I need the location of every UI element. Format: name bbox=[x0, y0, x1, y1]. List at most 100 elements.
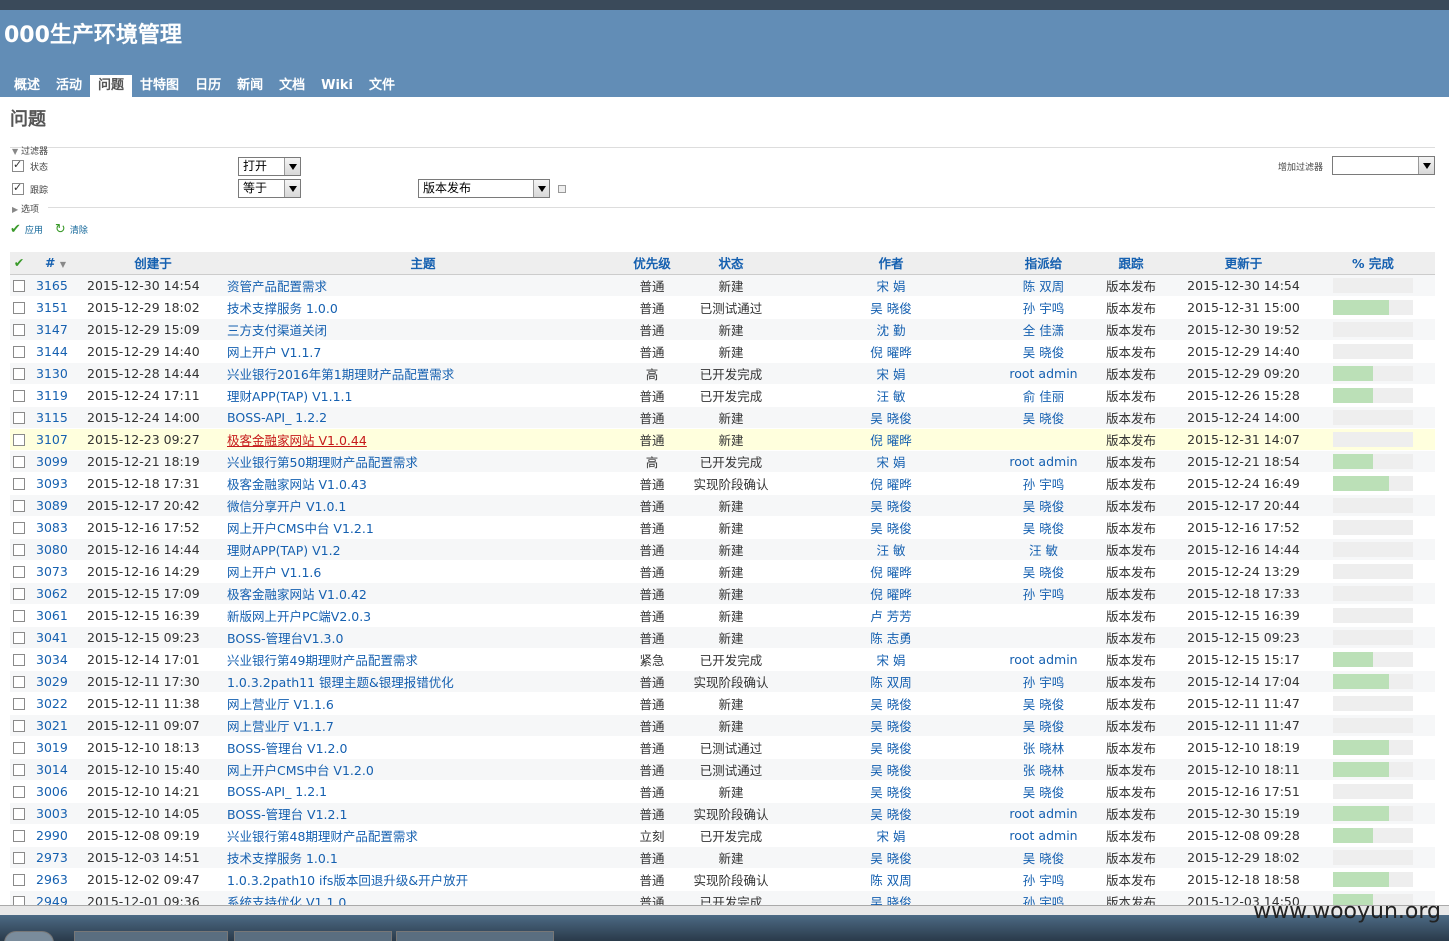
tab-6[interactable]: 文档 bbox=[271, 75, 313, 97]
checkbox[interactable] bbox=[13, 852, 25, 864]
author-link[interactable]: 汪 敏 bbox=[781, 384, 1001, 407]
subject-link[interactable]: BOSS-管理台 V1.2.1 bbox=[223, 802, 623, 825]
assignee-link[interactable]: 俞 佳丽 bbox=[1001, 384, 1086, 407]
row-checkbox[interactable] bbox=[10, 626, 28, 649]
issue-id-link[interactable]: 3115 bbox=[28, 406, 83, 429]
row-checkbox[interactable] bbox=[10, 384, 28, 407]
assignee-link[interactable]: root admin bbox=[1001, 450, 1086, 473]
assignee-link[interactable]: 全 佳潇 bbox=[1001, 318, 1086, 341]
add-filter-select[interactable] bbox=[1332, 156, 1435, 175]
author-link[interactable]: 宋 娟 bbox=[781, 362, 1001, 385]
subject-link[interactable]: 技术支撑服务 1.0.1 bbox=[223, 846, 623, 869]
row-checkbox[interactable] bbox=[10, 714, 28, 737]
table-row[interactable]: 3062 2015-12-15 17:09 极客金融家网站 V1.0.42 普通 新建倪… bbox=[10, 582, 1435, 605]
checkbox[interactable] bbox=[13, 390, 25, 402]
issue-id-link[interactable]: 3147 bbox=[28, 318, 83, 341]
table-row[interactable]: 3151 2015-12-29 18:02 技术支撑服务 1.0.0 普通 已测试通过吴… bbox=[10, 296, 1435, 319]
clear-button[interactable]: ↻ 清除 bbox=[55, 222, 88, 237]
assignee-link[interactable]: root admin bbox=[1001, 648, 1086, 671]
subject-link[interactable]: 极客金融家网站 V1.0.44 bbox=[223, 428, 623, 451]
subject-link[interactable]: 极客金融家网站 V1.0.43 bbox=[223, 472, 623, 495]
assignee-link[interactable]: 吴 晓俊 bbox=[1001, 846, 1086, 869]
subject-link[interactable]: 网上开户CMS中台 V1.2.1 bbox=[223, 516, 623, 539]
table-row[interactable]: 3099 2015-12-21 18:19 兴业银行第50期理财产品配置需求高已开发… bbox=[10, 450, 1435, 473]
subject-link[interactable]: 兴业银行2016年第1期理财产品配置需求 bbox=[223, 362, 623, 385]
assignee-link[interactable]: 汪 敏 bbox=[1001, 538, 1086, 561]
checkbox[interactable] bbox=[13, 830, 25, 842]
subject-link[interactable]: BOSS-管理台 V1.2.0 bbox=[223, 736, 623, 759]
row-checkbox[interactable] bbox=[10, 538, 28, 561]
table-row[interactable]: 3006 2015-12-10 14:21 BOSS-API_ 1.2.1 普通 新建吴… bbox=[10, 780, 1435, 803]
issue-id-link[interactable]: 3034 bbox=[28, 648, 83, 671]
assignee-link[interactable]: root admin bbox=[1001, 802, 1086, 825]
subject-link[interactable]: 网上开户 V1.1.7 bbox=[223, 340, 623, 363]
issue-id-link[interactable]: 3089 bbox=[28, 494, 83, 517]
issue-id-link[interactable]: 3083 bbox=[28, 516, 83, 539]
assignee-link[interactable]: 吴 晓俊 bbox=[1001, 714, 1086, 737]
issue-id-link[interactable]: 3006 bbox=[28, 780, 83, 803]
issue-id-link[interactable]: 3130 bbox=[28, 362, 83, 385]
taskbar-item[interactable] bbox=[234, 931, 392, 941]
author-link[interactable]: 陈 志勇 bbox=[781, 626, 1001, 649]
assignee-link[interactable]: 吴 晓俊 bbox=[1001, 340, 1086, 363]
assignee-link[interactable]: 孙 宇鸣 bbox=[1001, 868, 1086, 891]
author-link[interactable]: 倪 曜晔 bbox=[781, 560, 1001, 583]
row-checkbox[interactable] bbox=[10, 560, 28, 583]
table-row[interactable]: 3034 2015-12-14 17:01 兴业银行第49期理财产品配置需求 紧急 已开… bbox=[10, 648, 1435, 671]
checkbox[interactable] bbox=[13, 522, 25, 534]
author-link[interactable]: 吴 晓俊 bbox=[781, 296, 1001, 319]
row-checkbox[interactable] bbox=[10, 494, 28, 517]
row-checkbox[interactable] bbox=[10, 450, 28, 473]
assignee-link[interactable]: 吴 晓俊 bbox=[1001, 406, 1086, 429]
tab-3[interactable]: 甘特图 bbox=[132, 75, 187, 97]
row-checkbox[interactable] bbox=[10, 516, 28, 539]
subject-link[interactable]: BOSS-管理台V1.3.0 bbox=[223, 626, 623, 649]
author-link[interactable]: 倪 曜晔 bbox=[781, 340, 1001, 363]
author-link[interactable]: 陈 双周 bbox=[781, 670, 1001, 693]
filters-legend[interactable]: ▼ 过滤器 bbox=[12, 144, 48, 157]
subject-link[interactable]: 网上开户 V1.1.6 bbox=[223, 560, 623, 583]
table-row[interactable]: 3003 2015-12-10 14:05 BOSS-管理台 V1.2.1 普通 实现阶… bbox=[10, 802, 1435, 825]
checkbox[interactable] bbox=[13, 874, 25, 886]
column-header-priority[interactable]: 优先级 bbox=[623, 252, 681, 275]
checkbox[interactable] bbox=[13, 324, 25, 336]
tab-8[interactable]: 文件 bbox=[361, 75, 403, 97]
checkbox[interactable] bbox=[13, 786, 25, 798]
options-toggle[interactable]: ▶ 选项 bbox=[12, 202, 39, 215]
issue-id-link[interactable]: 2963 bbox=[28, 868, 83, 891]
issue-id-link[interactable]: 3062 bbox=[28, 582, 83, 605]
assignee-link[interactable] bbox=[1001, 626, 1086, 649]
checkbox[interactable] bbox=[13, 346, 25, 358]
row-checkbox[interactable] bbox=[10, 428, 28, 451]
assignee-link[interactable]: root admin bbox=[1001, 362, 1086, 385]
author-link[interactable]: 汪 敏 bbox=[781, 538, 1001, 561]
issue-id-link[interactable]: 3019 bbox=[28, 736, 83, 759]
table-row[interactable]: 3061 2015-12-15 16:39 新版网上开户PC端V2.0.3 普通 新建卢… bbox=[10, 604, 1435, 627]
author-link[interactable]: 宋 娟 bbox=[781, 824, 1001, 847]
assignee-link[interactable] bbox=[1001, 604, 1086, 627]
checkbox[interactable] bbox=[13, 808, 25, 820]
subject-link[interactable]: 三方支付渠道关闭 bbox=[223, 318, 623, 341]
column-header-assignee[interactable]: 指派给 bbox=[1001, 252, 1086, 275]
issue-id-link[interactable]: 3165 bbox=[28, 274, 83, 297]
subject-link[interactable]: 1.0.3.2path10 ifs版本回退升级&开户放开 bbox=[223, 868, 623, 891]
row-checkbox[interactable] bbox=[10, 274, 28, 297]
checkbox[interactable] bbox=[13, 544, 25, 556]
row-checkbox[interactable] bbox=[10, 692, 28, 715]
table-row[interactable]: 3021 2015-12-11 09:07 网上营业厅 V1.1.7 普通 新建吴 晓俊… bbox=[10, 714, 1435, 737]
table-row[interactable]: 2963 2015-12-02 09:47 1.0.3.2path10 ifs版本回… bbox=[10, 868, 1435, 891]
checkbox[interactable] bbox=[13, 566, 25, 578]
subject-link[interactable]: 1.0.3.2path11 银理主题&银理报错优化 bbox=[223, 670, 623, 693]
start-orb-icon[interactable] bbox=[4, 931, 54, 941]
assignee-link[interactable]: 吴 晓俊 bbox=[1001, 516, 1086, 539]
column-header-created[interactable]: 创建于 bbox=[83, 252, 223, 275]
column-header-id[interactable]: # ▼ bbox=[28, 252, 83, 275]
issue-id-link[interactable]: 3061 bbox=[28, 604, 83, 627]
tracker-value-select[interactable]: 版本发布 bbox=[418, 179, 550, 198]
checkbox[interactable] bbox=[13, 500, 25, 512]
issue-id-link[interactable]: 3073 bbox=[28, 560, 83, 583]
checkbox[interactable] bbox=[13, 720, 25, 732]
subject-link[interactable]: 理财APP(TAP) V1.1.1 bbox=[223, 384, 623, 407]
row-checkbox[interactable] bbox=[10, 362, 28, 385]
row-checkbox[interactable] bbox=[10, 802, 28, 825]
